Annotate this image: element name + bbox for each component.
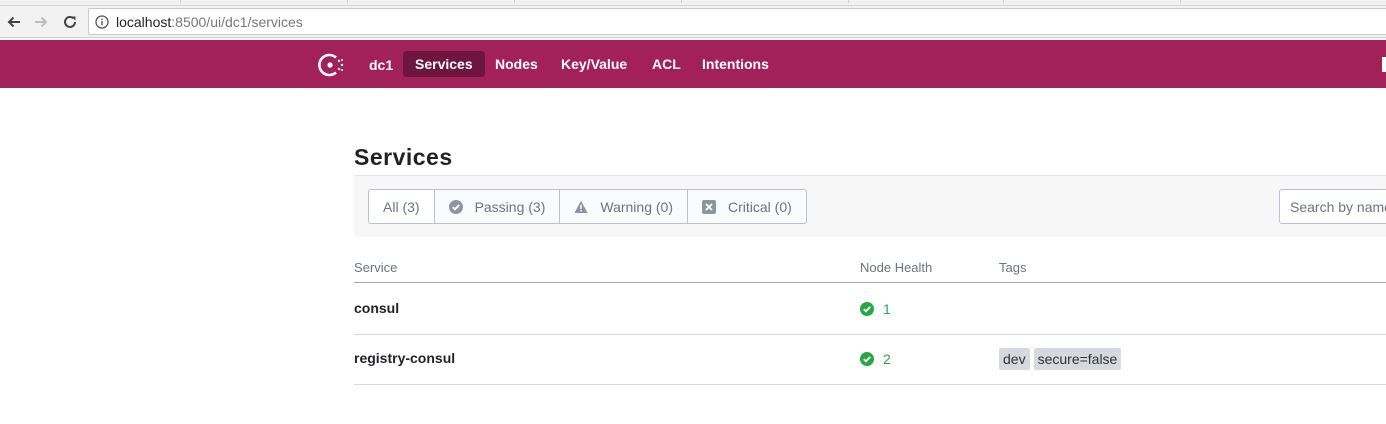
service-name-link[interactable]: registry-consul	[354, 350, 455, 366]
passing-check-icon	[860, 302, 874, 316]
header-right-menu[interactable]	[1382, 57, 1386, 72]
column-header-node-health[interactable]: Node Health	[860, 260, 932, 275]
tag: dev	[999, 348, 1030, 370]
column-header-service[interactable]: Service	[354, 260, 397, 275]
app-header: dc1 Services Nodes Key/Value ACL Intenti…	[0, 40, 1386, 88]
nav-intentions[interactable]: Intentions	[690, 51, 781, 77]
consul-logo-icon[interactable]	[316, 50, 346, 80]
check-circle-icon	[448, 199, 463, 214]
node-health-cell: 2	[860, 351, 891, 367]
filter-passing-label: Passing (3)	[474, 198, 546, 215]
critical-x-icon	[702, 199, 716, 214]
nav-nodes[interactable]: Nodes	[483, 51, 550, 77]
passing-count: 1	[883, 301, 891, 317]
filter-passing[interactable]: Passing (3)	[433, 190, 560, 223]
reload-icon	[64, 15, 76, 28]
page-title: Services	[354, 144, 453, 170]
browser-tab[interactable]	[681, 0, 682, 3]
filter-warning[interactable]: Warning (0)	[559, 190, 687, 223]
browser-toolbar: localhost:8500/ui/dc1/services	[0, 6, 1386, 38]
browser-tab[interactable]	[347, 0, 348, 3]
forward-button[interactable]	[30, 11, 52, 33]
forward-arrow-icon	[35, 16, 48, 28]
filter-critical-label: Critical (0)	[728, 198, 792, 215]
search-input[interactable]	[1279, 189, 1386, 224]
filter-all-label: All (3)	[383, 198, 420, 215]
tags-cell: dev secure=false	[999, 348, 1122, 370]
filter-warning-label: Warning (0)	[600, 198, 673, 215]
health-filter-group: All (3) Passing (3) Warning (0) Critical…	[368, 189, 807, 224]
reload-button[interactable]	[59, 11, 81, 33]
back-arrow-icon	[7, 16, 20, 28]
browser-tab[interactable]	[1180, 0, 1181, 3]
table-header-divider	[354, 282, 1386, 283]
passing-check-icon	[860, 352, 874, 366]
url-text: localhost:8500/ui/dc1/services	[116, 14, 303, 30]
url-host: localhost	[116, 14, 172, 30]
address-bar[interactable]: localhost:8500/ui/dc1/services	[88, 8, 1386, 35]
nav-key-value[interactable]: Key/Value	[549, 51, 639, 77]
node-health-cell: 1	[860, 301, 891, 317]
filter-critical[interactable]: Critical (0)	[687, 190, 806, 223]
info-icon[interactable]	[95, 15, 109, 29]
warning-triangle-icon	[574, 200, 588, 213]
browser-tab[interactable]	[1003, 0, 1004, 3]
column-header-tags[interactable]: Tags	[999, 260, 1026, 275]
browser-tab[interactable]	[514, 0, 515, 3]
nav-services[interactable]: Services	[403, 51, 485, 77]
row-divider	[354, 384, 1386, 385]
back-button[interactable]	[3, 11, 25, 33]
nav-acl[interactable]: ACL	[640, 51, 693, 77]
row-divider	[354, 334, 1386, 335]
tag: secure=false	[1033, 348, 1122, 370]
browser-tab[interactable]	[848, 0, 849, 3]
service-name-link[interactable]: consul	[354, 300, 399, 316]
url-path: :8500/ui/dc1/services	[171, 14, 303, 30]
browser-tab[interactable]	[180, 0, 181, 3]
passing-count: 2	[883, 351, 891, 367]
datacenter-selector[interactable]: dc1	[369, 57, 393, 73]
filter-all[interactable]: All (3)	[369, 190, 434, 223]
